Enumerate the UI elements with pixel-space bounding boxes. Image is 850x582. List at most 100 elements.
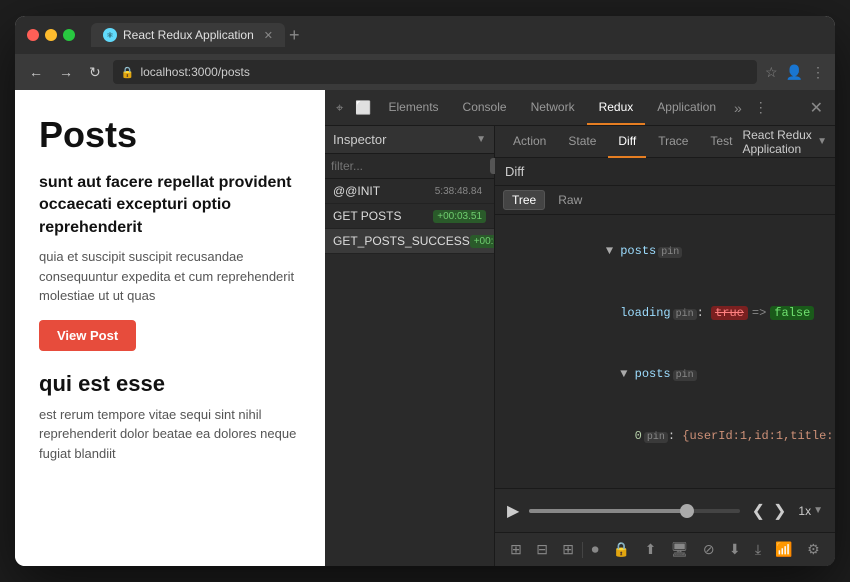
filter-input[interactable] — [331, 159, 486, 173]
tab-console-label: Console — [463, 100, 507, 114]
title-bar: ⚛ React Redux Application ✕ + — [15, 16, 835, 54]
detail-tab-trace-label: Trace — [658, 134, 688, 148]
detail-tab-action-label: Action — [513, 134, 546, 148]
more-tabs-icon[interactable]: » — [728, 90, 748, 125]
detail-tab-action[interactable]: Action — [503, 126, 556, 158]
maximize-traffic-light[interactable] — [63, 29, 75, 41]
tab-elements-label: Elements — [389, 100, 439, 114]
progress-handle[interactable] — [680, 504, 694, 518]
toolbar-settings-icon[interactable]: ⚙ — [801, 537, 826, 562]
speed-value: 1x — [798, 504, 811, 518]
pin-badge-0[interactable]: pin — [644, 432, 668, 443]
toolbar-wifi-icon[interactable]: 📶 — [769, 537, 798, 562]
speed-control[interactable]: 1x ▼ — [798, 504, 823, 518]
action-item-get-posts[interactable]: GET POSTS +00:03.51 — [325, 204, 494, 229]
browser-tab[interactable]: ⚛ React Redux Application ✕ — [91, 23, 285, 47]
progress-bar[interactable] — [529, 509, 739, 513]
diff-line-posts: ▼ postspin — [495, 221, 835, 283]
speed-chevron-icon: ▼ — [813, 505, 823, 516]
bookmark-icon[interactable]: ☆ — [765, 64, 778, 81]
devtools-close-button[interactable]: ✕ — [804, 90, 829, 125]
item0-val: {userId:1,id:1,title:'sunt au — [682, 429, 835, 443]
tab-network-label: Network — [531, 100, 575, 114]
action-name-init: @@INIT — [333, 184, 380, 198]
action-time-success: +00:00.03 — [470, 235, 494, 248]
tab-redux[interactable]: Redux — [587, 90, 646, 125]
forward-button[interactable]: → — [55, 62, 77, 82]
detail-tab-test-label: Test — [710, 134, 732, 148]
action-detail-panel: Action State Diff Trace — [495, 126, 835, 566]
lock-icon: 🔒 — [121, 66, 135, 79]
bottom-toolbar: ⊞ ⊟ ⊞ ⏺ 🔒 ⬆ 🖥 ⊘ ⬇ ⤓ 📶 ⚙ — [495, 532, 835, 566]
tab-close-btn[interactable]: ✕ — [264, 29, 273, 42]
inspector-header: Inspector ▼ — [325, 126, 494, 154]
tab-application-label: Application — [657, 100, 716, 114]
tab-console[interactable]: Console — [451, 90, 519, 125]
pin-badge-posts-inner[interactable]: pin — [673, 370, 697, 381]
close-traffic-light[interactable] — [27, 29, 39, 41]
address-actions: ☆ 👤 ⋮ — [765, 64, 825, 81]
raw-button[interactable]: Raw — [549, 190, 591, 210]
address-bar: ← → ↻ 🔒 localhost:3000/posts ☆ 👤 ⋮ — [15, 54, 835, 90]
post1-subtitle: sunt aut facere repellat provident occae… — [39, 172, 301, 239]
detail-tab-diff[interactable]: Diff — [608, 126, 646, 158]
inspector-chevron-icon[interactable]: ▼ — [476, 134, 486, 145]
prev-action-button[interactable]: ❮ — [750, 499, 767, 523]
view-post-button[interactable]: View Post — [39, 320, 136, 351]
device-icon[interactable]: ⬜ — [350, 100, 376, 116]
post2-title: qui est esse — [39, 371, 301, 397]
toolbar-ban-icon[interactable]: ⊘ — [697, 537, 721, 562]
inspector-title: Inspector — [333, 132, 386, 147]
pin-badge-posts[interactable]: pin — [658, 247, 682, 258]
back-button[interactable]: ← — [25, 62, 47, 82]
main-content: Posts sunt aut facere repellat provident… — [15, 90, 835, 566]
devtools-tabs: ⌖ ⬜ Elements Console Network Redux Appli… — [325, 90, 835, 126]
toolbar-download2-icon[interactable]: ⤓ — [749, 537, 767, 562]
minimize-traffic-light[interactable] — [45, 29, 57, 41]
action-name-success: GET_POSTS_SUCCESS — [333, 234, 470, 248]
toolbar-lock-icon[interactable]: 🔒 — [607, 537, 636, 562]
toolbar-download-icon[interactable]: ⬇ — [723, 537, 747, 562]
detail-tab-diff-label: Diff — [618, 134, 636, 148]
toolbar-upload-icon[interactable]: ⬆ — [639, 537, 663, 562]
devtools-options-icon[interactable]: ⋮ — [748, 90, 774, 125]
tab-favicon: ⚛ — [103, 28, 117, 42]
toolbar-grid-icon[interactable]: ⊞ — [504, 537, 528, 562]
diff-line-item0-cont: t…chitecto'} — [495, 467, 835, 488]
devtools-body: Inspector ▼ Commit @@INIT 5:38:48.84 G — [325, 126, 835, 566]
false-value: false — [770, 306, 814, 320]
detail-tabs-left: Action State Diff Trace — [503, 126, 742, 158]
play-button[interactable]: ▶ — [507, 501, 519, 521]
next-action-button[interactable]: ❯ — [771, 499, 788, 523]
toolbar-monitor-icon[interactable]: 🖥 — [665, 537, 695, 562]
toolbar-record-icon[interactable]: ⏺ — [586, 537, 605, 562]
action-item-init[interactable]: @@INIT 5:38:48.84 — [325, 179, 494, 204]
refresh-button[interactable]: ↻ — [85, 62, 105, 83]
pin-badge-loading[interactable]: pin — [673, 309, 697, 320]
arrow-symbol: => — [752, 306, 766, 320]
tab-application[interactable]: Application — [645, 90, 728, 125]
profile-icon[interactable]: 👤 — [786, 64, 803, 81]
devtools-panel: ⌖ ⬜ Elements Console Network Redux Appli… — [325, 90, 835, 566]
toolbar-grid3-icon[interactable]: ⊞ — [556, 537, 580, 562]
devtools-icons-left: ⌖ ⬜ — [331, 90, 377, 125]
posts-key: posts — [620, 244, 656, 258]
cursor-icon[interactable]: ⌖ — [331, 100, 348, 116]
detail-tab-trace[interactable]: Trace — [648, 126, 698, 158]
tab-elements[interactable]: Elements — [377, 90, 451, 125]
tree-button[interactable]: Tree — [503, 190, 545, 210]
tab-network[interactable]: Network — [519, 90, 587, 125]
menu-icon[interactable]: ⋮ — [811, 64, 825, 81]
diff-line-posts-inner: ▼ postspin — [495, 344, 835, 406]
detail-header-right: React Redux Application ▼ — [742, 128, 827, 156]
detail-chevron-icon[interactable]: ▼ — [817, 136, 827, 147]
triangle-open-icon: ▼ — [606, 244, 620, 258]
detail-tab-state[interactable]: State — [558, 126, 606, 158]
action-item-success[interactable]: GET_POSTS_SUCCESS +00:00.03 — [325, 229, 494, 254]
detail-tab-test[interactable]: Test — [700, 126, 742, 158]
new-tab-button[interactable]: + — [289, 26, 300, 44]
traffic-lights — [27, 29, 75, 41]
toolbar-grid2-icon[interactable]: ⊟ — [530, 537, 554, 562]
loading-key: loading — [620, 306, 670, 320]
url-field[interactable]: 🔒 localhost:3000/posts — [113, 60, 757, 84]
